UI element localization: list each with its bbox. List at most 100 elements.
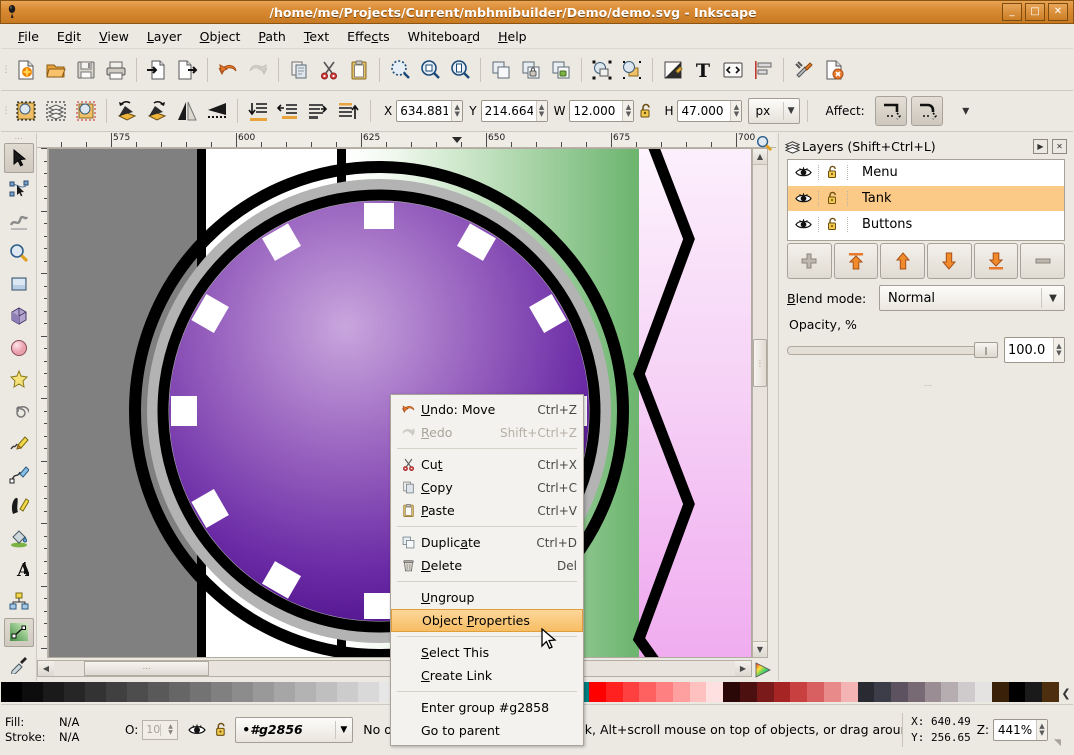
opacity-stepper[interactable]: ▲ ▼ (1053, 338, 1064, 362)
select-all-icon[interactable] (11, 96, 41, 126)
palette-swatch[interactable] (253, 682, 274, 702)
palette-swatch[interactable] (622, 682, 640, 702)
menu-file[interactable]: FFileile (9, 27, 48, 46)
raise-to-top-button-icon[interactable] (333, 96, 363, 126)
palette-swatch[interactable] (1008, 682, 1026, 702)
palette-swatch[interactable] (316, 682, 337, 702)
rotate-cw-icon[interactable] (142, 96, 172, 126)
scale-rounded-corners-icon[interactable] (910, 96, 943, 126)
units-select[interactable]: px ▼ (748, 98, 801, 124)
menu-whiteboard[interactable]: Whiteboard (399, 27, 489, 46)
align-dialog-icon[interactable] (748, 55, 778, 85)
group-icon[interactable] (516, 55, 546, 85)
raise-to-top-icon[interactable] (587, 55, 617, 85)
x-spinner[interactable]: ▲▼ (396, 100, 464, 122)
context-menu-item-cut[interactable]: Cut Ctrl+X (391, 453, 583, 476)
h-spinner[interactable]: ▲▼ (677, 100, 743, 122)
zoom-control[interactable]: Z: ▲▼ (977, 718, 1048, 741)
context-menu-item-enter-group[interactable]: Enter group #g2858 (391, 696, 583, 719)
export-icon[interactable] (172, 55, 202, 85)
menu-layer[interactable]: Layer (138, 27, 191, 46)
node-tool-icon[interactable] (4, 175, 34, 205)
palette-swatch[interactable] (337, 682, 358, 702)
palette-swatch[interactable] (106, 682, 127, 702)
deselect-icon[interactable] (71, 96, 101, 126)
toolbar-grip[interactable]: ⋮ (1, 57, 11, 83)
open-document-icon[interactable] (41, 55, 71, 85)
palette-swatch[interactable] (22, 682, 43, 702)
layers-list[interactable]: Menu Tank Buttons (787, 159, 1065, 241)
eye-icon[interactable] (788, 166, 818, 179)
tweak-tool-icon[interactable] (4, 206, 34, 236)
lock-open-icon[interactable] (634, 96, 658, 126)
close-panel-button[interactable]: ✕ (1052, 138, 1067, 154)
zoom-spinner[interactable]: ▲▼ (993, 718, 1048, 741)
ungroup-icon[interactable] (546, 55, 576, 85)
ellipse-tool-icon[interactable] (4, 333, 34, 363)
minimize-button[interactable]: _ (1002, 3, 1022, 21)
new-layer-button[interactable] (787, 243, 832, 279)
palette-swatches-right[interactable] (589, 682, 1059, 702)
zoom-tool-icon[interactable] (4, 238, 34, 268)
palette-swatch[interactable] (656, 682, 673, 702)
current-layer-select[interactable]: •#g2856 ▼ (235, 716, 354, 743)
layer-row-tank[interactable]: Tank (788, 186, 1064, 212)
palette-swatch[interactable] (706, 682, 724, 702)
palette-swatch[interactable] (840, 682, 858, 702)
select-all-layers-icon[interactable] (41, 96, 71, 126)
calligraphy-tool-icon[interactable] (4, 491, 34, 521)
menu-help[interactable]: Help (489, 27, 536, 46)
rotate-ccw-icon[interactable] (112, 96, 142, 126)
paste-icon[interactable] (344, 55, 374, 85)
vertical-scroll-thumb[interactable]: ⋮ (753, 339, 767, 387)
canvas-vertical-scrollbar[interactable]: ▲ ⋮ ▼ (752, 148, 768, 658)
import-icon[interactable] (142, 55, 172, 85)
palette-swatch[interactable] (295, 682, 316, 702)
scroll-left-button[interactable]: ◀ (38, 661, 54, 676)
w-spinner[interactable]: ▲▼ (569, 100, 635, 122)
save-document-icon[interactable] (71, 55, 101, 85)
paint-bucket-tool-icon[interactable] (4, 523, 34, 553)
dock-resize-grip[interactable]: ⋯ (783, 381, 1073, 390)
palette-swatch[interactable] (358, 682, 379, 702)
palette-swatch[interactable] (605, 682, 623, 702)
eye-icon[interactable] (788, 192, 818, 205)
palette-swatch[interactable] (874, 682, 892, 702)
palette-swatch[interactable] (169, 682, 190, 702)
layer-row-buttons[interactable]: Buttons (788, 212, 1064, 238)
context-menu-item-copy[interactable]: Copy Ctrl+C (391, 476, 583, 499)
context-menu-item-ungroup[interactable]: Ungroup (391, 586, 583, 609)
palette-swatch[interactable] (773, 682, 791, 702)
palette-swatch[interactable] (689, 682, 707, 702)
zoom-page-icon[interactable] (445, 55, 475, 85)
maximize-button[interactable]: □ (1025, 3, 1045, 21)
menu-effects[interactable]: Effects (338, 27, 399, 46)
context-menu-item-undo[interactable]: Undo: Move Ctrl+Z (391, 398, 583, 421)
palette-swatch[interactable] (274, 682, 295, 702)
zoom-corner-icon[interactable] (753, 133, 775, 153)
flip-vertical-icon[interactable] (202, 96, 232, 126)
h-stepper[interactable]: ▲ ▼ (730, 101, 742, 121)
w-stepper[interactable]: ▲ ▼ (622, 101, 634, 121)
palette-swatch[interactable] (85, 682, 106, 702)
close-button[interactable]: ✕ (1048, 3, 1068, 21)
flip-horizontal-icon[interactable] (172, 96, 202, 126)
palette-swatch[interactable] (127, 682, 148, 702)
menu-path[interactable]: Path (249, 27, 294, 46)
undo-icon[interactable] (213, 55, 243, 85)
palette-swatch[interactable] (589, 682, 606, 702)
palette-swatch[interactable] (232, 682, 253, 702)
palette-swatch[interactable] (891, 682, 908, 702)
raise-layer-button[interactable] (880, 243, 926, 279)
scroll-down-button[interactable]: ▼ (753, 641, 767, 657)
bezier-tool-icon[interactable] (4, 459, 34, 489)
palette-swatch[interactable] (924, 682, 942, 702)
eye-icon[interactable] (788, 218, 818, 231)
object-opacity-spinner[interactable]: 100 ▲▼ (142, 719, 179, 740)
vertical-ruler[interactable] (37, 148, 48, 658)
object-opacity-stepper[interactable]: ▲ ▼ (159, 723, 178, 736)
document-properties-icon[interactable] (819, 55, 849, 85)
context-menu-item-duplicate[interactable]: Duplicate Ctrl+D (391, 531, 583, 554)
lower-layer-button[interactable] (927, 243, 972, 279)
connector-tool-icon[interactable] (4, 586, 34, 616)
